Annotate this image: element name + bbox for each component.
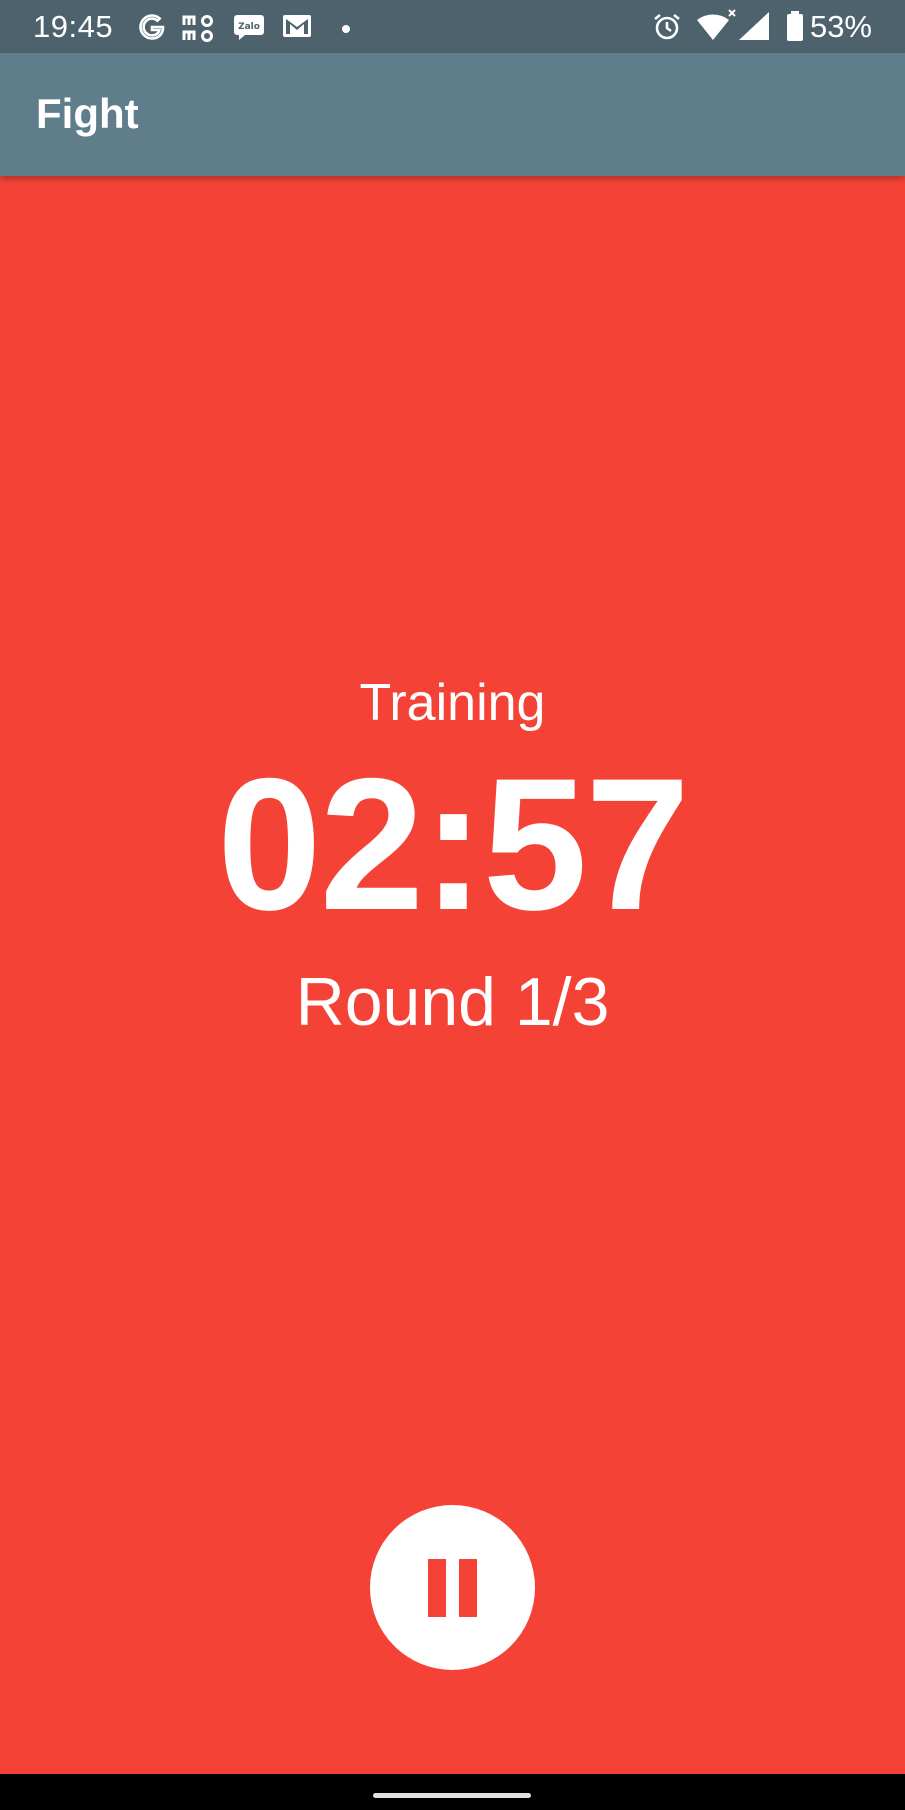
app-title: Fight bbox=[36, 90, 139, 137]
pause-icon bbox=[428, 1559, 477, 1617]
countdown-timer: 02:57 bbox=[217, 739, 690, 949]
timer-screen: Training 02:57 Round 1/3 bbox=[0, 176, 905, 1774]
status-bar: 19:45 Zalo 53% bbox=[0, 0, 905, 53]
gmail-icon bbox=[282, 14, 312, 43]
app-bar: Fight bbox=[0, 53, 905, 176]
signal-icon bbox=[737, 10, 771, 47]
svg-text:Zalo: Zalo bbox=[238, 22, 260, 32]
battery-icon bbox=[786, 10, 804, 47]
pause-button[interactable] bbox=[370, 1505, 535, 1670]
zalo-icon: Zalo bbox=[233, 13, 265, 46]
google-icon bbox=[136, 11, 168, 48]
navigation-bar bbox=[0, 1774, 905, 1810]
alarm-icon bbox=[651, 11, 683, 48]
home-indicator[interactable] bbox=[373, 1793, 531, 1798]
dot-icon bbox=[341, 21, 351, 39]
momo-icon bbox=[182, 12, 216, 49]
status-time: 19:45 bbox=[33, 9, 114, 44]
wifi-icon bbox=[695, 8, 737, 47]
phase-label: Training bbox=[359, 674, 546, 732]
battery-percent: 53% bbox=[809, 9, 872, 44]
round-counter: Round 1/3 bbox=[295, 964, 610, 1040]
